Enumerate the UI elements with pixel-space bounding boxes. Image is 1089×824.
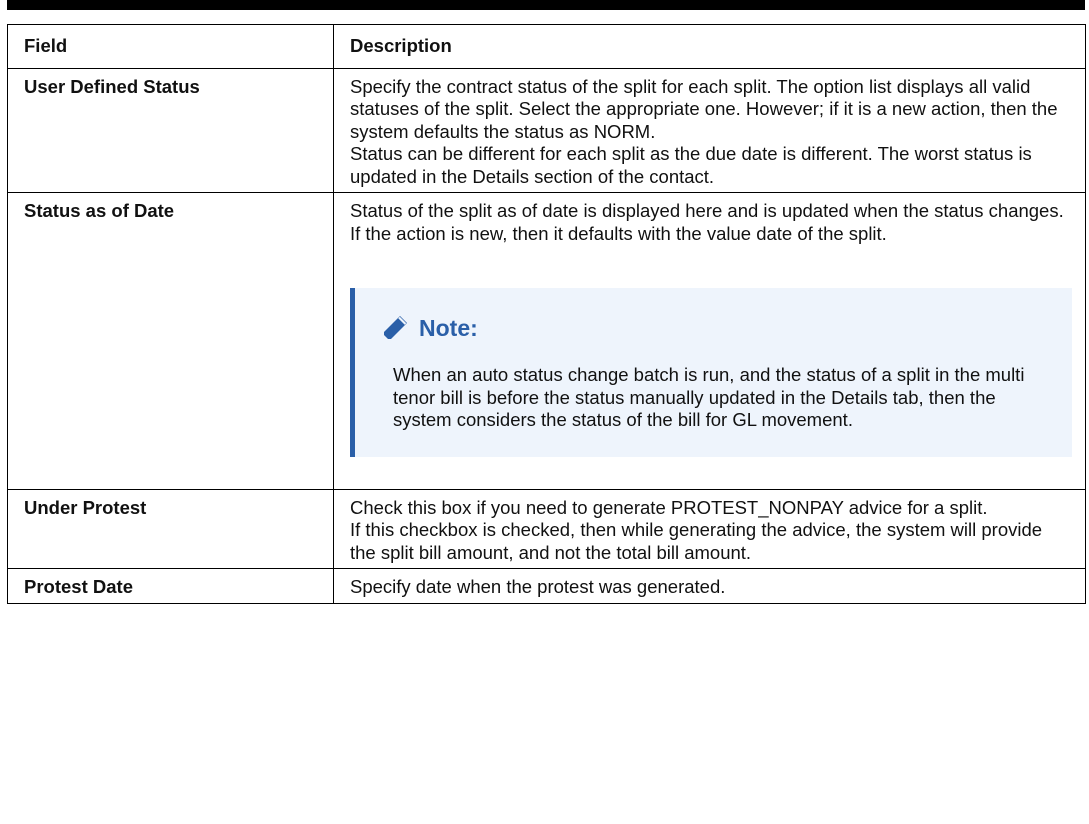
field-description-table: Field Description User Defined Status Sp… bbox=[7, 24, 1086, 604]
field-name-status-as-of-date: Status as of Date bbox=[7, 192, 334, 490]
pencil-icon bbox=[379, 312, 411, 344]
description-cell: Status of the split as of date is displa… bbox=[333, 192, 1086, 490]
description-text: If this checkbox is checked, then while … bbox=[350, 519, 1043, 563]
field-name-under-protest: Under Protest bbox=[7, 488, 334, 569]
description-cell: Check this box if you need to generate P… bbox=[333, 488, 1086, 569]
description-text: Check this box if you need to generate P… bbox=[350, 496, 988, 518]
note-text: When an auto status change batch is run,… bbox=[393, 364, 1025, 430]
note-callout: Note: When an auto status change batch i… bbox=[350, 288, 1072, 457]
table-row: User Defined Status Specify the contract… bbox=[7, 67, 1086, 193]
field-name-protest-date: Protest Date bbox=[7, 568, 334, 604]
description-text: Specify the contract status of the split… bbox=[350, 75, 1058, 142]
note-header: Note: bbox=[379, 312, 1052, 344]
table-row: Protest Date Specify date when the prote… bbox=[7, 568, 1086, 604]
table-header-row: Field Description bbox=[7, 24, 1086, 69]
description-text: Specify date when the protest was genera… bbox=[350, 576, 726, 597]
header-field: Field bbox=[7, 24, 334, 69]
table-row: Under Protest Check this box if you need… bbox=[7, 488, 1086, 569]
top-rule bbox=[7, 0, 1085, 10]
note-title: Note: bbox=[419, 314, 478, 341]
description-cell: Specify the contract status of the split… bbox=[333, 67, 1086, 193]
description-cell: Specify date when the protest was genera… bbox=[333, 568, 1086, 604]
description-text: Status of the split as of date is displa… bbox=[350, 200, 1064, 244]
table-row: Status as of Date Status of the split as… bbox=[7, 192, 1086, 490]
field-name-user-defined-status: User Defined Status bbox=[7, 67, 334, 193]
header-description: Description bbox=[333, 24, 1086, 69]
description-text: Status can be different for each split a… bbox=[350, 143, 1032, 187]
